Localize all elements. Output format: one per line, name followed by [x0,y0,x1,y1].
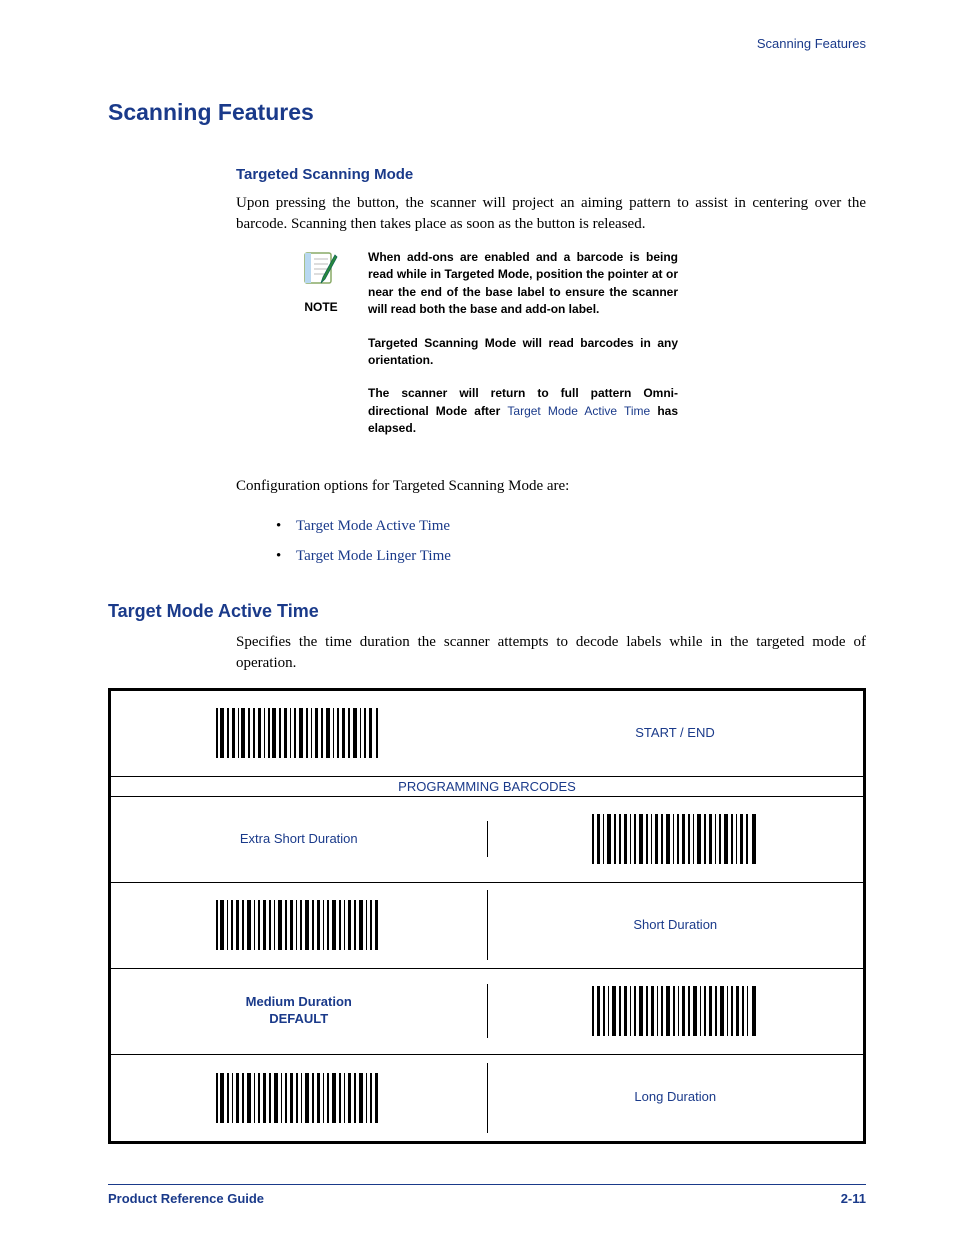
body-targeted-intro: Upon pressing the button, the scanner wi… [236,193,866,235]
body-target-mode-intro: Specifies the time duration the scanner … [236,632,866,674]
label-start-end: START / END [635,725,714,742]
label-short: Short Duration [633,917,717,934]
note-icon [301,249,341,289]
barcode-long [111,1063,488,1133]
barcode-extra-short [488,804,864,874]
config-list: Target Mode Active Time Target Mode Ling… [276,511,866,571]
config-intro: Configuration options for Targeted Scann… [236,476,866,497]
heading-targeted-scanning-mode: Targeted Scanning Mode [236,166,866,183]
barcode-short [111,890,488,960]
note-para-1: When add-ons are enabled and a barcode i… [368,249,678,319]
config-item[interactable]: Target Mode Active Time [276,511,866,541]
running-header: Scanning Features [108,36,866,51]
label-extra-short: Extra Short Duration [240,831,358,848]
barcode-start-end-image [111,698,487,768]
barcode-medium [488,976,864,1046]
page-footer: Product Reference Guide 2-11 [108,1184,866,1206]
note-label: NOTE [294,300,348,314]
programming-barcode-table: START / END PROGRAMMING BARCODES Extra S… [108,688,866,1144]
note-para-3: The scanner will return to full pattern … [368,385,678,437]
footer-title: Product Reference Guide [108,1191,264,1206]
heading-scanning-features: Scanning Features [108,99,866,126]
note-block: NOTE When add-ons are enabled and a barc… [294,249,866,454]
programming-barcodes-header: PROGRAMMING BARCODES [111,777,863,797]
label-medium-default: Medium DurationDEFAULT [246,994,352,1028]
config-item[interactable]: Target Mode Linger Time [276,541,866,571]
label-long: Long Duration [634,1089,716,1106]
footer-page-number: 2-11 [841,1191,866,1206]
note-para-3-link[interactable]: Target Mode Active Time [507,404,650,418]
heading-target-mode-active-time: Target Mode Active Time [108,601,866,622]
note-para-2: Targeted Scanning Mode will read barcode… [368,335,678,370]
